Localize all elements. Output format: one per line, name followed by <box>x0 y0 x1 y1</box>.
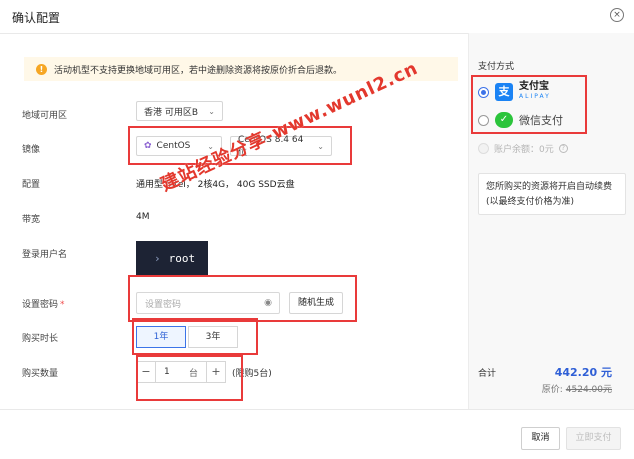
random-password-button[interactable]: 随机生成 <box>289 292 343 314</box>
purchase-limit: (限购5台) <box>232 369 272 379</box>
prompt-icon: › <box>154 251 161 265</box>
radio-disabled-icon <box>478 143 489 154</box>
quantity-input[interactable]: 1 台 <box>156 361 206 383</box>
os-value: CentOS <box>156 141 191 151</box>
bandwidth-label: 带宽 <box>22 215 41 225</box>
quantity-value: 1 <box>164 367 170 377</box>
total-label: 合计 <box>478 369 497 379</box>
region-value: 香港 可用区B <box>144 107 199 118</box>
centos-icon: ✿ <box>144 141 152 151</box>
total-price: 442.20 元 <box>554 366 612 379</box>
plus-button[interactable]: + <box>206 361 226 383</box>
eye-icon[interactable]: ◉ <box>264 298 272 308</box>
alipay-label: 支付宝 <box>519 81 549 92</box>
wechat-icon: ✓ <box>495 112 513 128</box>
cancel-button[interactable]: 取消 <box>521 427 560 450</box>
pay-now-button[interactable]: 立即支付 <box>566 427 621 450</box>
warning-icon: ! <box>36 63 47 75</box>
config-label: 配置 <box>22 180 41 190</box>
region-label: 地域可用区 <box>22 111 68 121</box>
close-icon[interactable]: × <box>610 8 624 22</box>
wechat-pay-option[interactable]: ✓ 微信支付 <box>478 112 563 128</box>
region-select[interactable]: 香港 可用区B ⌄ <box>136 101 223 121</box>
divider <box>0 409 634 410</box>
bandwidth-value: 4M <box>136 212 150 222</box>
quantity-stepper: − 1 台 + <box>136 361 226 383</box>
duration-option-1y[interactable]: 1年 <box>136 326 186 348</box>
quantity-unit: 台 <box>188 368 198 379</box>
login-user-name: root <box>168 251 196 265</box>
help-icon[interactable]: ? <box>558 144 568 153</box>
radio-unchecked-icon[interactable] <box>478 114 489 126</box>
original-price: 原价: 4524.00元 <box>541 385 612 395</box>
balance-label: 账户余额：0元 <box>494 145 554 155</box>
dialog-title: 确认配置 <box>12 11 61 25</box>
login-user-label: 登录用户名 <box>22 250 68 260</box>
password-placeholder: 设置密码 <box>145 299 182 310</box>
payment-title: 支付方式 <box>478 62 515 72</box>
alipay-option[interactable]: 支 支付宝 ALIPAY <box>478 82 551 102</box>
quantity-label: 购买数量 <box>22 369 59 379</box>
balance-option: 账户余额：0元 ? <box>478 142 568 155</box>
alipay-sub-label: ALIPAY <box>519 93 551 100</box>
confirm-config-dialog: 确认配置 × ! 活动机型不支持更换地域可用区，若中途删除资源将按原价折合后退款… <box>0 0 634 459</box>
password-input[interactable]: 设置密码 ◉ <box>136 292 280 314</box>
login-user-value: › root <box>136 241 208 275</box>
auto-renew-notice: 您所购买的资源将开启自动续费(以最终支付价格为准) <box>478 173 626 215</box>
config-panel: ! 活动机型不支持更换地域可用区，若中途删除资源将按原价折合后退款。 地域可用区… <box>0 33 468 409</box>
radio-checked-icon[interactable] <box>478 86 489 98</box>
duration-label: 购买时长 <box>22 334 59 344</box>
wechat-pay-label: 微信支付 <box>519 114 563 127</box>
alipay-icon: 支 <box>495 83 513 101</box>
image-label: 镜像 <box>22 145 41 155</box>
notice-text: 活动机型不支持更换地域可用区，若中途删除资源将按原价折合后退款。 <box>54 65 343 76</box>
duration-option-3y[interactable]: 3年 <box>188 326 238 348</box>
chevron-down-icon: ⌄ <box>317 141 324 151</box>
chevron-down-icon: ⌄ <box>208 106 215 116</box>
password-label: 设置密码 * <box>22 300 65 310</box>
minus-button[interactable]: − <box>136 361 156 383</box>
